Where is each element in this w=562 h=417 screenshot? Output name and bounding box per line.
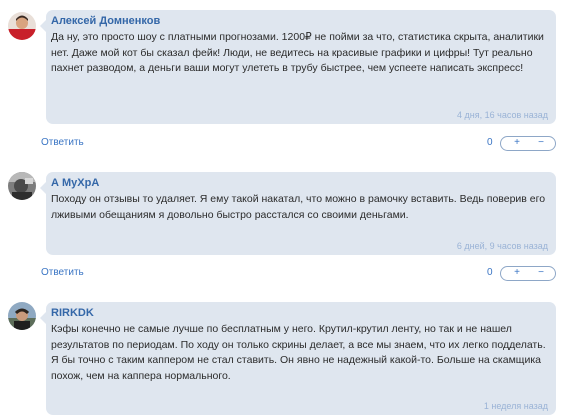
upvote-button[interactable]: + [507, 267, 527, 280]
user-avatar-icon [8, 302, 36, 330]
comment-author[interactable]: Алексей Домненков [51, 15, 160, 27]
upvote-button[interactable]: + [507, 137, 527, 150]
comment-author[interactable]: А МуХрА [51, 177, 99, 189]
vote-pill: + − [500, 136, 556, 151]
comment-bubble: RIRKDK Кэфы конечно не самые лучше по бе… [40, 302, 556, 415]
reply-link[interactable]: Ответить [41, 267, 84, 278]
reply-link[interactable]: Ответить [41, 137, 84, 148]
comment-author[interactable]: RIRKDK [51, 307, 94, 319]
avatar[interactable] [8, 172, 36, 200]
user-avatar-icon [8, 172, 36, 200]
avatar[interactable] [8, 302, 36, 330]
vote-pill: + − [500, 266, 556, 281]
vote-count: 0 [487, 267, 493, 278]
user-avatar-icon [8, 12, 36, 40]
downvote-button[interactable]: − [531, 267, 551, 280]
comment-time: 6 дней, 9 часов назад [456, 241, 548, 251]
comment-bubble: А МуХрА Походу он отзывы то удаляет. Я е… [40, 172, 556, 255]
comment-bubble: Алексей Домненков Да ну, это просто шоу … [40, 10, 556, 124]
comment-text: Походу он отзывы то удаляет. Я ему такой… [51, 193, 546, 221]
avatar[interactable] [8, 12, 36, 40]
comment-time: 4 дня, 16 часов назад [457, 110, 548, 120]
downvote-button[interactable]: − [531, 137, 551, 150]
comment-text: Да ну, это просто шоу с платными прогноз… [51, 31, 544, 75]
comment-time: 1 неделя назад [483, 401, 548, 411]
comment-text: Кэфы конечно не самые лучше по бесплатны… [51, 323, 546, 383]
vote-count: 0 [487, 137, 493, 148]
